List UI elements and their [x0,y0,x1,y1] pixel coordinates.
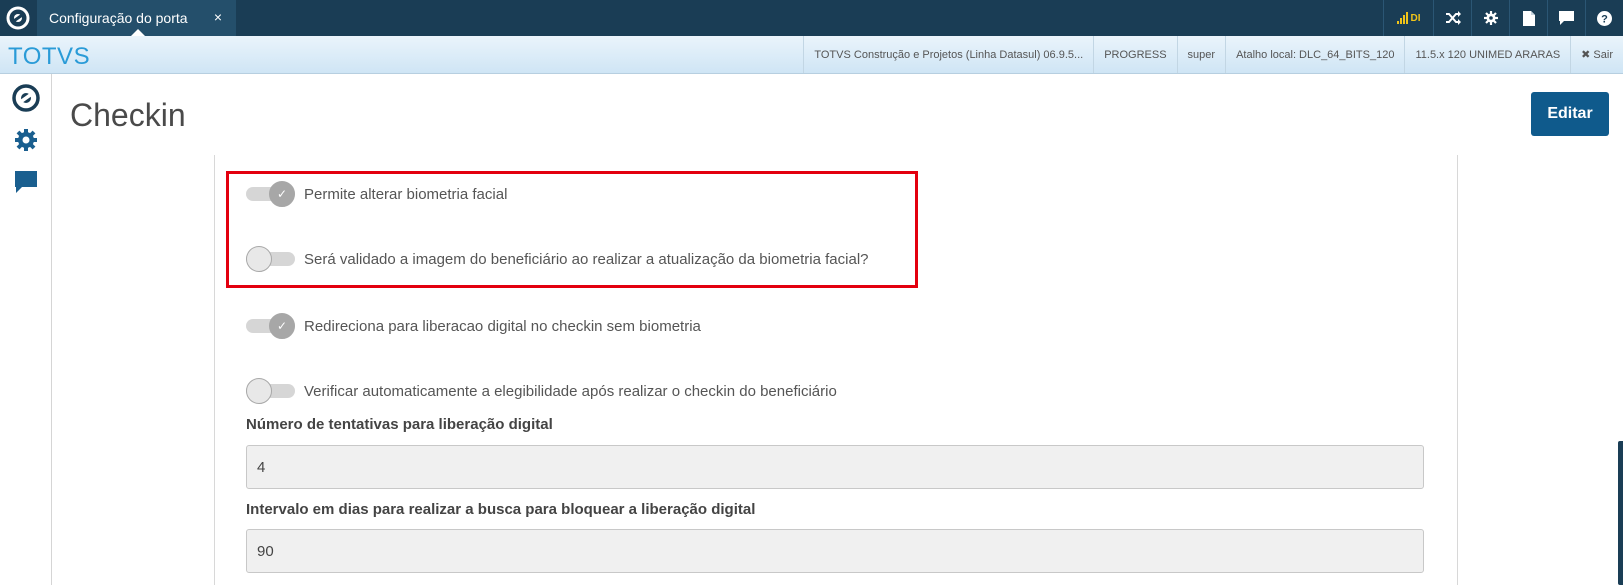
session-info: TOTVS Construção e Projetos (Linha Datas… [803,36,1623,73]
svg-text:?: ? [1601,13,1608,25]
info-user: super [1176,36,1226,73]
toggle-switch[interactable]: ✓ [246,181,295,207]
check-icon: ✓ [269,313,295,339]
toggle-switch[interactable] [246,378,295,404]
signal-label: DI [1410,12,1421,24]
document-icon[interactable] [1509,0,1547,36]
chat-icon[interactable] [12,168,40,196]
intervalo-input[interactable] [246,529,1424,573]
info-database: PROGRESS [1093,36,1176,73]
top-bar: Configuração do porta × DI ? [0,0,1623,36]
check-icon: ✓ [269,181,295,207]
switch-label: Será validado a imagem do beneficiário a… [304,250,869,268]
switch-row-elegibilidade: Verificar automaticamente a elegibilidad… [246,378,837,404]
close-icon[interactable]: × [214,9,222,25]
switch-label: Permite alterar biometria facial [304,185,508,203]
brand-logo[interactable]: TOTVS [8,43,90,71]
sidebar [0,74,52,585]
toggle-switch[interactable] [246,246,295,272]
chat-icon[interactable] [1547,0,1585,36]
scrollbar[interactable] [1618,441,1623,585]
info-version: 11.5.x 120 UNIMED ARARAS [1404,36,1570,73]
exit-button[interactable]: ✖ Sair [1570,36,1623,73]
switch-row-validar-imagem: Será validado a imagem do beneficiário a… [246,246,869,272]
tentativas-input[interactable] [246,445,1424,489]
totvs-logo-icon[interactable] [12,84,40,112]
totvs-logo-icon[interactable] [6,6,30,30]
shuffle-icon[interactable] [1433,0,1471,36]
toggle-switch[interactable]: ✓ [246,313,295,339]
field-label-tentativas: Número de tentativas para liberação digi… [246,416,553,433]
switch-row-alterar-biometria: ✓ Permite alterar biometria facial [246,181,507,207]
info-product: TOTVS Construção e Projetos (Linha Datas… [803,36,1093,73]
edit-button[interactable]: Editar [1531,92,1609,136]
header-bar: TOTVS TOTVS Construção e Projetos (Linha… [0,36,1623,74]
tab-label: Configuração do porta [49,10,188,26]
gear-icon[interactable] [1471,0,1509,36]
info-shortcut: Atalho local: DLC_64_BITS_120 [1225,36,1404,73]
signal-icon[interactable]: DI [1383,0,1433,36]
tab-configuracao-porta[interactable]: Configuração do porta × [37,0,236,36]
field-label-intervalo: Intervalo em dias para realizar a busca … [246,501,756,518]
page-title: Checkin [70,97,186,133]
switch-label: Verificar automaticamente a elegibilidad… [304,382,837,400]
top-toolbar: DI ? [1383,0,1623,36]
switch-label: Redireciona para liberacao digital no ch… [304,317,701,335]
tab-pointer [131,29,145,36]
switch-row-redireciona: ✓ Redireciona para liberacao digital no … [246,313,701,339]
gear-icon[interactable] [12,126,40,154]
help-icon[interactable]: ? [1585,0,1623,36]
